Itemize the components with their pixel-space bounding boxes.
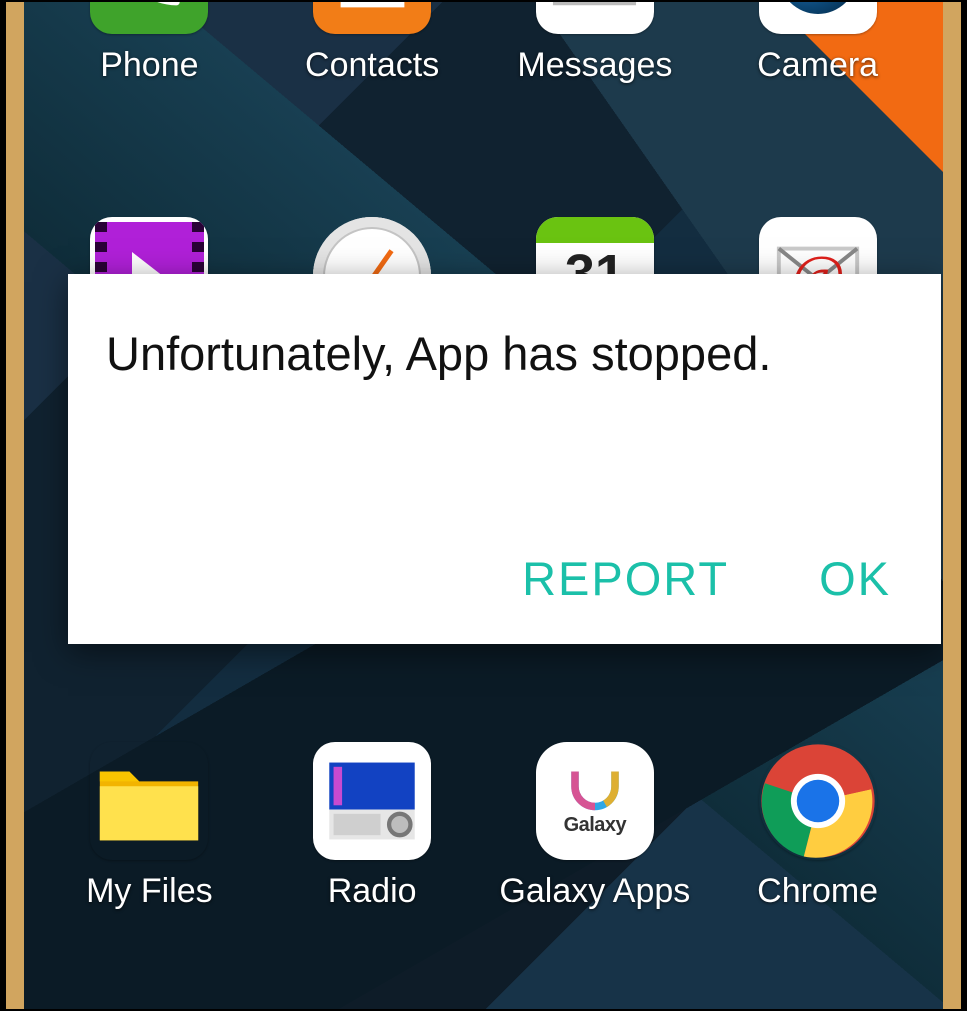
app-label: Contacts	[305, 46, 439, 85]
dialog-message: Unfortunately, App has stopped.	[106, 326, 907, 381]
app-label: My Files	[86, 872, 213, 911]
device-frame: Phone Contacts Messages Camera	[4, 0, 963, 1011]
app-label: Radio	[328, 872, 417, 911]
ok-button[interactable]: OK	[819, 551, 891, 606]
app-label: Messages	[517, 46, 672, 85]
dialog-actions: REPORT OK	[522, 551, 891, 606]
app-contacts[interactable]: Contacts	[272, 0, 472, 85]
chrome-icon	[759, 742, 877, 860]
report-button[interactable]: REPORT	[522, 551, 729, 606]
phone-icon	[90, 0, 208, 34]
app-label: Chrome	[757, 872, 878, 911]
app-row-3: My Files Radio Galaxy Galaxy Apps	[24, 742, 943, 911]
galaxy-sublabel: Galaxy	[564, 814, 627, 837]
app-label: Camera	[757, 46, 878, 85]
app-radio[interactable]: Radio	[272, 742, 472, 911]
radio-icon	[313, 742, 431, 860]
app-row-1: Phone Contacts Messages Camera	[24, 0, 943, 85]
app-label: Phone	[100, 46, 198, 85]
app-camera[interactable]: Camera	[718, 0, 918, 85]
messages-icon	[536, 0, 654, 34]
app-my-files[interactable]: My Files	[49, 742, 249, 911]
app-chrome[interactable]: Chrome	[718, 742, 918, 911]
app-label: Galaxy Apps	[499, 872, 690, 911]
app-galaxy-apps[interactable]: Galaxy Galaxy Apps	[495, 742, 695, 911]
app-phone[interactable]: Phone	[49, 0, 249, 85]
galaxy-apps-icon: Galaxy	[536, 742, 654, 860]
app-messages[interactable]: Messages	[495, 0, 695, 85]
home-screen: Phone Contacts Messages Camera	[24, 0, 943, 1011]
camera-icon	[759, 0, 877, 34]
contacts-icon	[313, 0, 431, 34]
error-dialog: Unfortunately, App has stopped. REPORT O…	[68, 274, 941, 644]
folder-icon	[90, 742, 208, 860]
